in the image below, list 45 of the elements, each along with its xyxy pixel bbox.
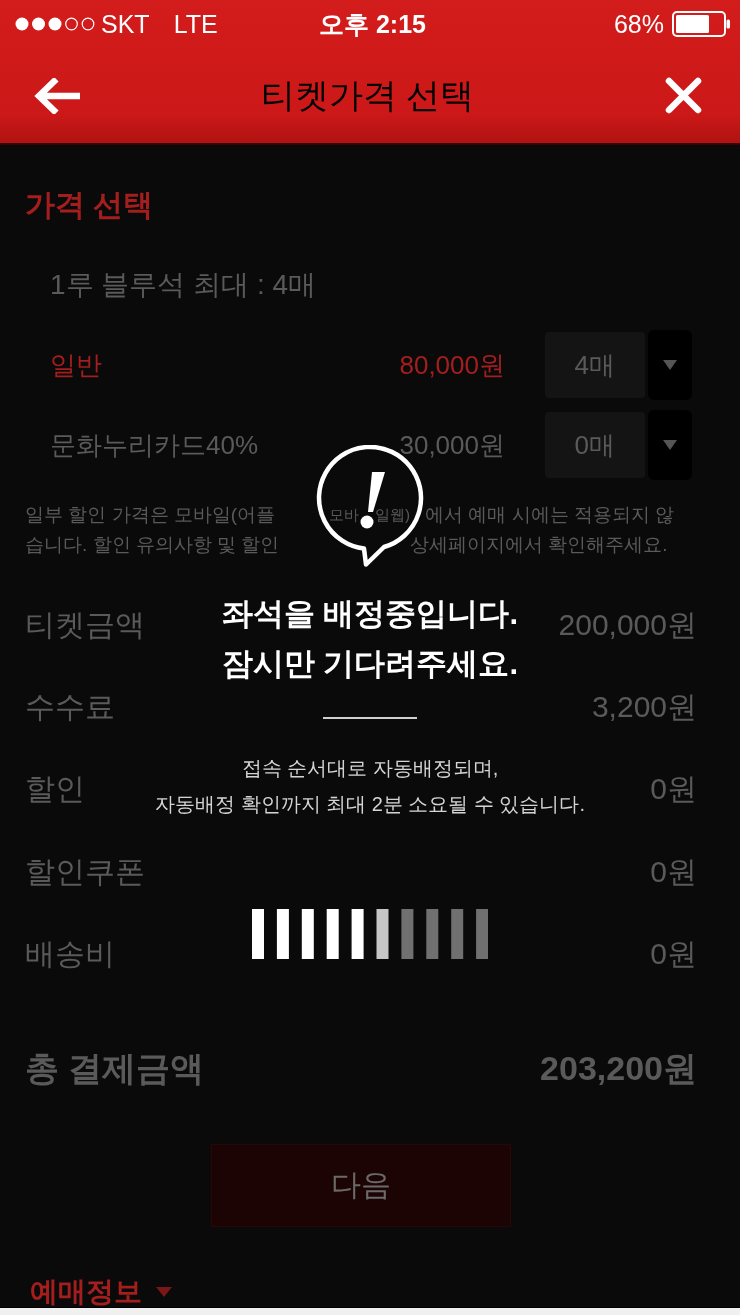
next-button[interactable]: 다음 [211,1144,511,1228]
section-title: 가격 선택 [25,187,154,223]
close-icon[interactable] [665,77,702,114]
fee-amount: 3,200원 [591,689,697,726]
fee-amount: 200,000원 [558,606,697,643]
fee-label: 할인쿠폰 [25,853,145,890]
price-amount: 30,000원 [399,428,505,462]
status-time: 오후 2:15 [319,8,426,40]
dialog-message: 접속 순서대로 자동배정되며, [241,756,499,781]
signal-strength-icon [15,17,95,31]
notice-text: 모바 [329,505,359,525]
quantity-field[interactable]: 0매 [545,412,645,478]
price-type-label: 일반 [50,348,102,382]
fee-amount: 0원 [650,936,697,973]
fee-amount: 0원 [650,853,697,890]
carrier-name: SKT [101,9,150,39]
dialog-message: 자동배정 확인까지 최대 2분 소요될 수 있습니다. [155,792,585,817]
fee-label: 할인 [25,771,85,808]
total-amount: 203,200원 [540,1047,697,1089]
caret-icon [663,440,677,450]
notice-text: 일웹) [375,505,410,525]
caret-icon [663,360,677,370]
battery-icon [672,11,730,37]
fee-amount: 0원 [650,771,697,808]
notice-text: 상세페이지에서 확인해주세요. [410,533,668,557]
dialog-title: 잠시만 기다려주세요. [221,645,519,683]
dialog-title: 좌석을 배정중입니다. [221,595,519,633]
quantity-field[interactable]: 4매 [545,332,645,398]
notice-text: 습니다. 할인 유의사항 및 할인 [25,533,280,557]
fee-label: 수수료 [25,689,115,726]
caret-icon [156,1287,172,1298]
price-amount: 80,000원 [399,348,505,382]
battery-percent: 68% [613,9,664,39]
back-arrow-icon[interactable] [33,77,80,114]
notice-text: 일부 할인 가격은 모바일(어플 [25,503,276,527]
fee-label: 배송비 [25,936,115,973]
fee-label: 티켓금액 [25,606,145,643]
booking-info-toggle[interactable]: 예매정보 [30,1277,172,1308]
notice-text: 에서 예매 시에는 적용되지 않 [425,503,675,527]
network-type: LTE [173,9,218,39]
total-label: 총 결제금액 [25,1047,205,1089]
screen-title: 티켓가격 선택 [260,74,475,116]
seat-grade-label: 1루 블루석 최대 : 4매 [49,268,317,302]
price-type-label: 문화누리카드40% [50,428,259,462]
loading-bars-icon [252,909,488,959]
